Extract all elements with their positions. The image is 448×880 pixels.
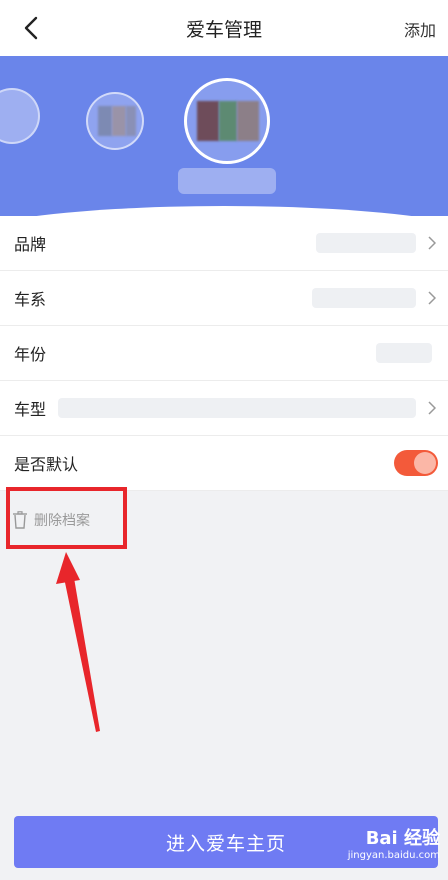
series-value-redacted bbox=[312, 288, 416, 308]
enter-car-home-label: 进入爱车主页 bbox=[165, 832, 286, 855]
chevron-right-icon bbox=[428, 236, 436, 250]
watermark-url: jingyan.baidu.com bbox=[347, 850, 440, 861]
row-label: 车型 bbox=[14, 400, 47, 419]
page-title: 爱车管理 bbox=[185, 18, 262, 41]
car-avatar-secondary[interactable] bbox=[86, 92, 144, 150]
car-info-list: 品牌 车系 年份 车型 是否默认 bbox=[0, 216, 448, 491]
row-label: 年份 bbox=[14, 345, 47, 364]
default-row: 是否默认 bbox=[0, 436, 448, 491]
model-value-redacted bbox=[58, 398, 416, 418]
car-carousel[interactable] bbox=[0, 56, 448, 226]
car-avatar-prev[interactable] bbox=[0, 88, 40, 144]
model-row[interactable]: 车型 bbox=[0, 381, 448, 436]
year-row[interactable]: 年份 bbox=[0, 326, 448, 381]
series-row[interactable]: 车系 bbox=[0, 271, 448, 326]
brand-value-redacted bbox=[316, 233, 416, 253]
brand-row[interactable]: 品牌 bbox=[0, 216, 448, 271]
car-name-redacted bbox=[178, 168, 276, 194]
top-bar: 爱车管理 添加 bbox=[0, 0, 448, 56]
toggle-knob bbox=[414, 452, 436, 474]
year-value-redacted bbox=[376, 343, 432, 363]
chevron-right-icon bbox=[428, 401, 436, 415]
watermark: Bai 经验 jingyan.baidu.com bbox=[348, 824, 440, 861]
row-label: 车系 bbox=[14, 290, 47, 309]
add-button[interactable]: 添加 bbox=[404, 17, 436, 41]
watermark-logo: Bai 经验 bbox=[365, 828, 440, 849]
default-toggle[interactable] bbox=[394, 450, 438, 476]
car-avatar-selected[interactable] bbox=[184, 78, 270, 164]
annotation-highlight-box bbox=[6, 487, 127, 549]
row-label: 品牌 bbox=[14, 235, 47, 254]
row-label: 是否默认 bbox=[14, 455, 79, 474]
back-arrow-icon[interactable] bbox=[18, 14, 46, 42]
chevron-right-icon bbox=[428, 291, 436, 305]
